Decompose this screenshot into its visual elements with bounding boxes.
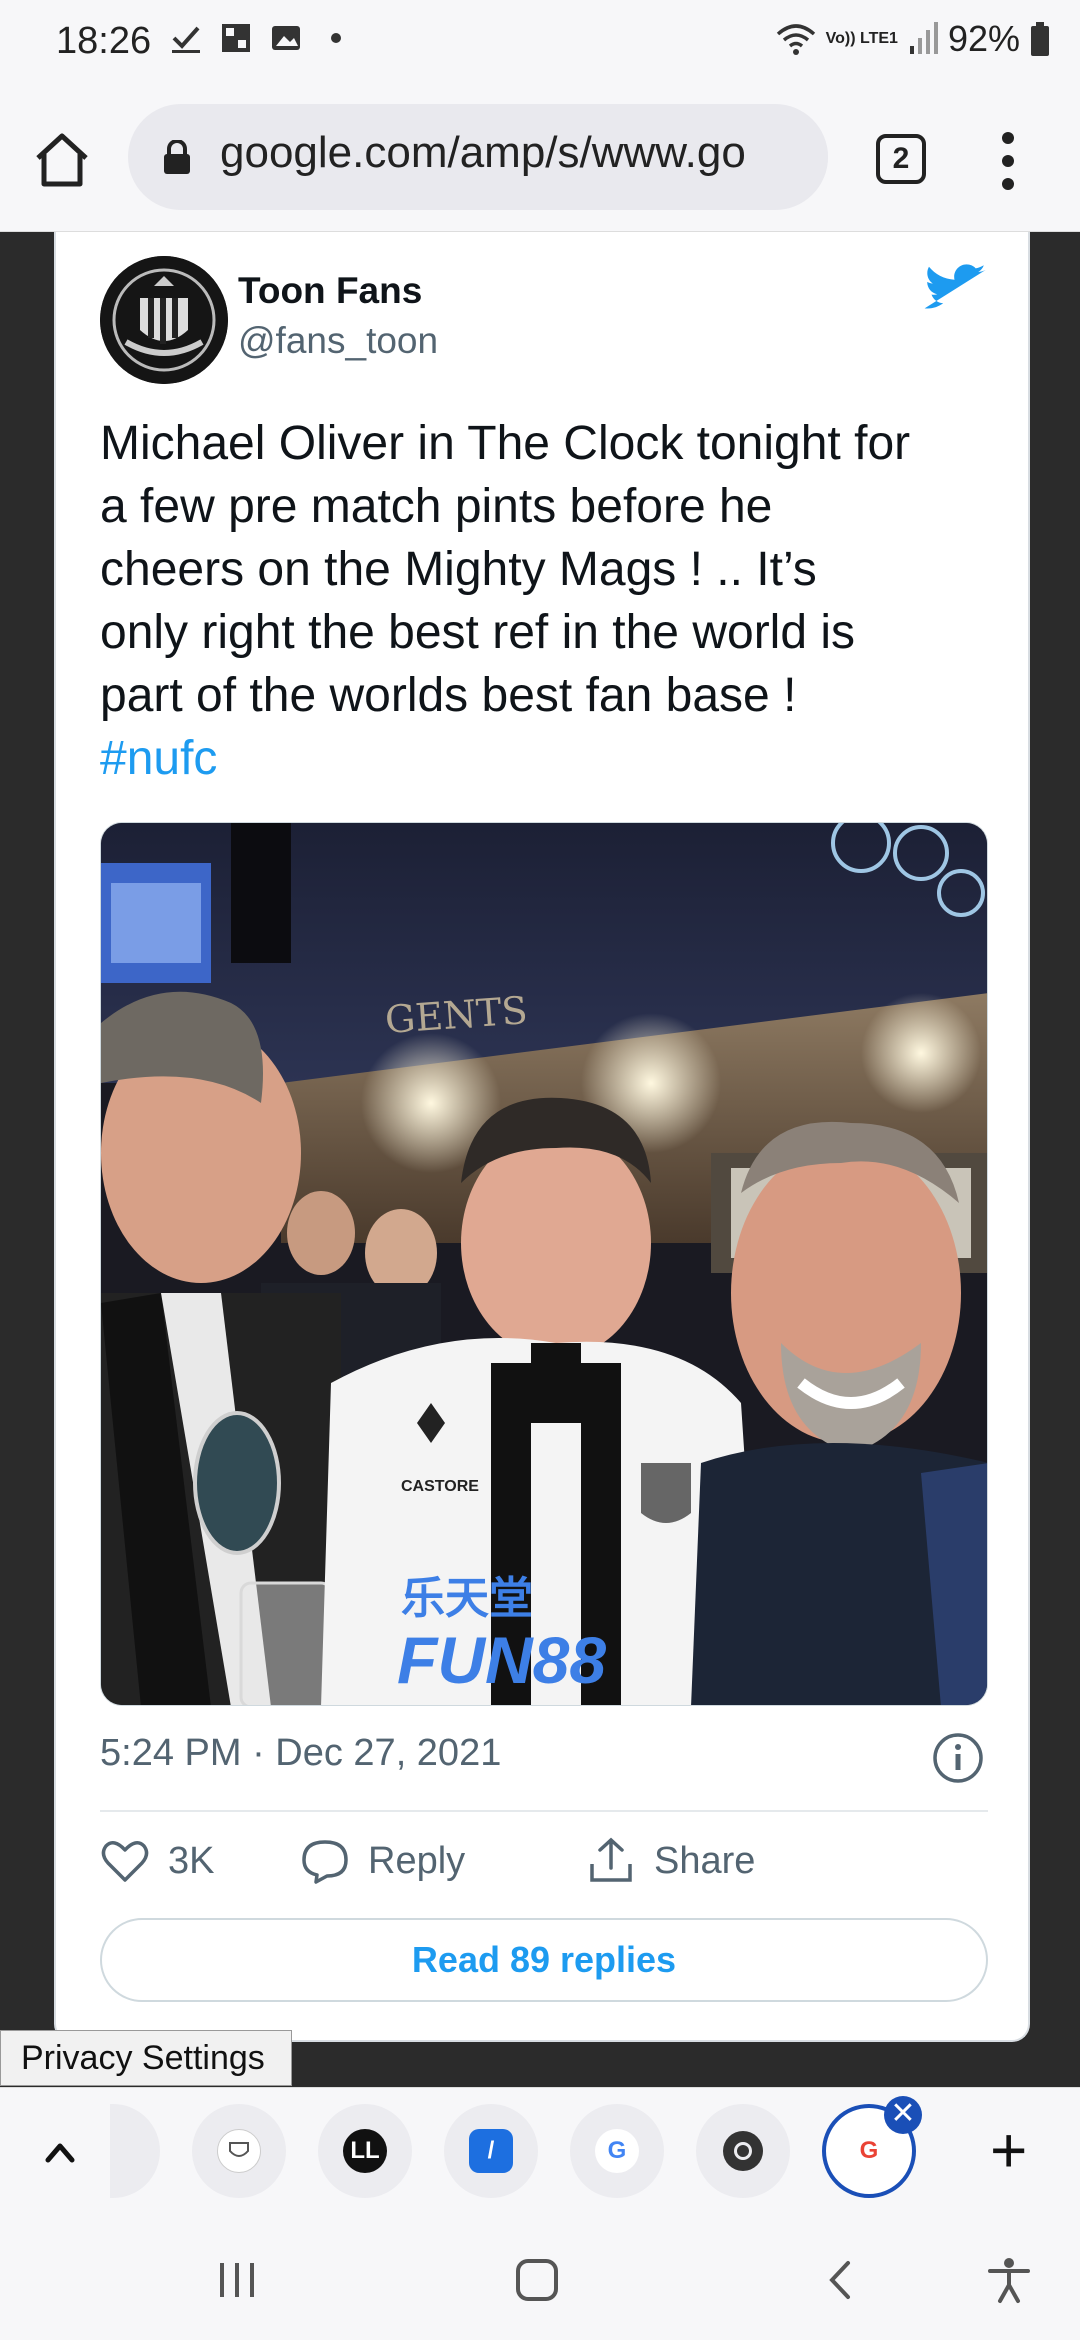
tweet-line: cheers on the Mighty Mags ! .. It’s: [100, 543, 817, 596]
shield-icon: [229, 2142, 249, 2157]
status-right: Vo)) LTE1 92%: [776, 18, 1050, 60]
tab-partial[interactable]: [110, 2104, 160, 2198]
chevron-up-icon[interactable]: [40, 2132, 80, 2172]
share-label: Share: [654, 1839, 756, 1882]
tweet-timestamp[interactable]: 5:24 PM · Dec 27, 2021: [100, 1732, 501, 1775]
avatar[interactable]: [100, 256, 228, 384]
share-icon: [590, 1837, 632, 1882]
twitter-bird-icon[interactable]: [922, 262, 988, 318]
tab-chrome[interactable]: [696, 2104, 790, 2198]
browser-toolbar: google.com/amp/s/www.go 2: [0, 88, 1080, 232]
share-button[interactable]: Share: [586, 1836, 755, 1886]
new-tab-icon[interactable]: +: [990, 2118, 1027, 2182]
chrome-icon: [723, 2131, 763, 2171]
tab-mayo-clinic[interactable]: [192, 2104, 286, 2198]
author-name[interactable]: Toon Fans: [238, 270, 422, 312]
wifi-icon: [776, 24, 815, 55]
nufc-crest-icon: [100, 256, 228, 384]
tweet-actions: 3K Reply Share: [100, 1836, 988, 1896]
pub-photo: GENTS CASTORE 乐天堂 FUN88: [101, 823, 987, 1705]
tweet-line: a few pre match pints before he: [100, 480, 773, 533]
battery-percent: 92%: [947, 18, 1020, 59]
reply-label: Reply: [368, 1839, 466, 1882]
tweet-line: only right the best ref in the world is: [100, 606, 856, 659]
privacy-settings-button[interactable]: Privacy Settings: [0, 2030, 292, 2086]
read-replies-button[interactable]: Read 89 replies: [100, 1918, 988, 2002]
more-menu-icon[interactable]: [988, 126, 1028, 196]
tab-switcher-button[interactable]: 2: [876, 134, 926, 184]
grid-app-icon: [222, 24, 250, 52]
system-nav-bar: [0, 2215, 1080, 2340]
tweet-text: Michael Oliver in The Clock tonight for …: [100, 412, 1000, 790]
home-icon[interactable]: [30, 128, 94, 192]
status-bar: 18:26 Vo)) LTE1 92%: [0, 0, 1080, 88]
tweet-card[interactable]: Toon Fans @fans_toon Michael Oliver in T…: [54, 232, 1030, 2042]
tweet-line: part of the worlds best fan base !: [100, 669, 797, 722]
battery-icon: [1031, 22, 1049, 56]
like-button[interactable]: 3K: [100, 1836, 214, 1886]
tweet-photo[interactable]: GENTS CASTORE 乐天堂 FUN88: [100, 822, 988, 1706]
status-time: 18:26: [56, 20, 152, 62]
signal-icon: [909, 22, 938, 54]
reply-button[interactable]: Reply: [300, 1836, 465, 1886]
download-check-icon: [172, 26, 200, 53]
address-bar[interactable]: google.com/amp/s/www.go: [128, 104, 828, 210]
home-nav-icon[interactable]: [512, 2255, 562, 2305]
divider: [100, 1810, 988, 1812]
like-count: 3K: [168, 1839, 215, 1882]
author-handle[interactable]: @fans_toon: [238, 320, 438, 362]
url-text: google.com/amp/s/www.go: [220, 128, 746, 177]
tab-google[interactable]: G: [570, 2104, 664, 2198]
recent-apps-icon[interactable]: [212, 2255, 262, 2305]
shirt-sponsor-cn: 乐天堂: [401, 1573, 533, 1624]
tab-strip: LL / G G ✕ +: [0, 2087, 1080, 2215]
network-label: Vo)) LTE1: [825, 30, 898, 47]
accessibility-icon[interactable]: [984, 2255, 1034, 2305]
lock-icon: [164, 140, 190, 174]
reply-bubble-icon: [302, 1840, 348, 1884]
tab-ll[interactable]: LL: [318, 2104, 412, 2198]
url-fade: [768, 104, 828, 210]
dot-icon: [331, 33, 341, 43]
shirt-brand: CASTORE: [401, 1478, 479, 1495]
gallery-icon: [272, 26, 300, 50]
notification-icons: [170, 22, 352, 54]
back-icon[interactable]: [816, 2255, 866, 2305]
tab-brand[interactable]: /: [444, 2104, 538, 2198]
heart-icon: [101, 1841, 149, 1882]
shirt-sponsor: FUN88: [397, 1623, 606, 1697]
info-icon[interactable]: [932, 1732, 984, 1784]
hashtag-link[interactable]: #nufc: [100, 727, 1000, 790]
close-tab-icon[interactable]: ✕: [884, 2096, 922, 2134]
tweet-line: Michael Oliver in The Clock tonight for: [100, 417, 911, 470]
